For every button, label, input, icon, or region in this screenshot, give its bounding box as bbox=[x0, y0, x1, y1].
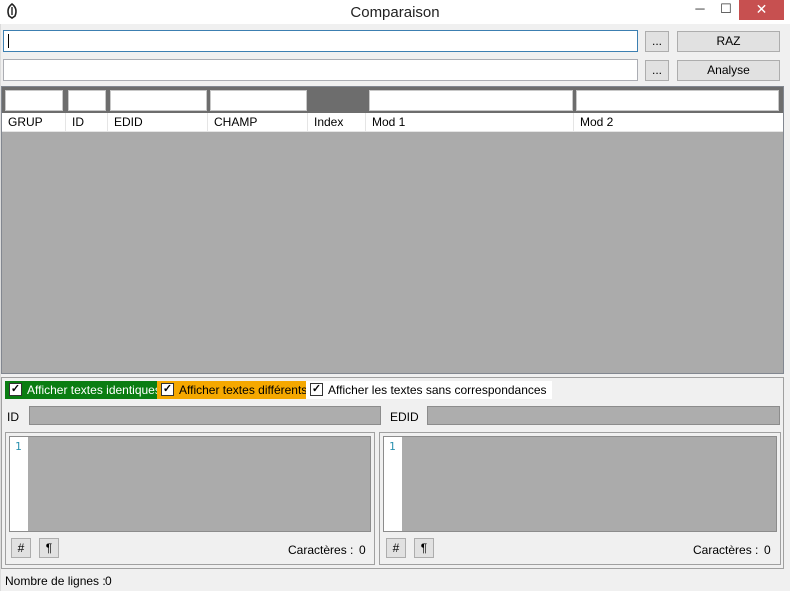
filter-champ-input[interactable] bbox=[210, 90, 307, 111]
column-header-champ[interactable]: CHAMP bbox=[208, 113, 308, 132]
title-bar: Comparaison ─ ☐ ✕ bbox=[0, 0, 790, 24]
filter-id-input[interactable] bbox=[68, 90, 106, 111]
right-editor-gutter: 1 bbox=[384, 437, 402, 531]
right-pilcrow-button[interactable]: ¶ bbox=[414, 538, 434, 558]
main-window: ... RAZ ... Analyse GRUP ID EDID CHAMP I… bbox=[0, 24, 785, 591]
left-hash-button[interactable]: # bbox=[11, 538, 31, 558]
close-button[interactable]: ✕ bbox=[739, 0, 784, 20]
column-header-grup[interactable]: GRUP bbox=[2, 113, 66, 132]
show-different-checkbox[interactable]: ✓ Afficher textes différents bbox=[157, 381, 313, 399]
browse-file2-button[interactable]: ... bbox=[645, 60, 669, 81]
id-label: ID bbox=[7, 410, 19, 424]
filter-index-placeholder bbox=[309, 90, 367, 111]
comparison-grid[interactable]: GRUP ID EDID CHAMP Index Mod 1 Mod 2 bbox=[1, 86, 784, 374]
raz-button[interactable]: RAZ bbox=[677, 31, 780, 52]
column-header-mod1[interactable]: Mod 1 bbox=[366, 113, 574, 132]
file1-input[interactable] bbox=[3, 30, 638, 52]
text-caret bbox=[8, 34, 9, 48]
left-editor-panel: 1 # ¶ Caractères : 0 bbox=[5, 432, 375, 565]
column-header-id[interactable]: ID bbox=[66, 113, 108, 132]
line-count-value: 0 bbox=[105, 574, 112, 588]
show-different-label: Afficher textes différents bbox=[179, 383, 308, 397]
column-header-index[interactable]: Index bbox=[308, 113, 366, 132]
right-line-number: 1 bbox=[389, 440, 396, 453]
left-line-number: 1 bbox=[15, 440, 22, 453]
edid-value-field[interactable] bbox=[427, 406, 780, 425]
column-header-mod2[interactable]: Mod 2 bbox=[574, 113, 783, 132]
window-title: Comparaison bbox=[350, 4, 440, 21]
left-chars-label: Caractères : bbox=[288, 543, 354, 557]
right-hash-button[interactable]: # bbox=[386, 538, 406, 558]
left-pilcrow-button[interactable]: ¶ bbox=[39, 538, 59, 558]
left-chars-value: 0 bbox=[359, 543, 366, 557]
file2-input[interactable] bbox=[3, 59, 638, 81]
status-bar: Nombre de lignes : 0 bbox=[1, 569, 785, 591]
line-count-label: Nombre de lignes : bbox=[5, 574, 106, 588]
checkbox-check-icon: ✓ bbox=[161, 383, 174, 396]
left-editor-gutter: 1 bbox=[10, 437, 28, 531]
column-header-edid[interactable]: EDID bbox=[108, 113, 208, 132]
filter-mod2-input[interactable] bbox=[576, 90, 779, 111]
right-chars-value: 0 bbox=[764, 543, 771, 557]
right-chars-label: Caractères : bbox=[693, 543, 759, 557]
edid-label: EDID bbox=[390, 410, 419, 424]
right-editor-panel: 1 # ¶ Caractères : 0 bbox=[379, 432, 781, 565]
filter-grup-input[interactable] bbox=[5, 90, 63, 111]
analyse-button[interactable]: Analyse bbox=[677, 60, 780, 81]
show-identical-label: Afficher textes identiques bbox=[27, 383, 161, 397]
show-identical-checkbox[interactable]: ✓ Afficher textes identiques bbox=[5, 381, 166, 399]
right-text-editor[interactable]: 1 bbox=[383, 436, 777, 532]
filter-mod1-input[interactable] bbox=[369, 90, 573, 111]
filter-edid-input[interactable] bbox=[110, 90, 207, 111]
id-value-field[interactable] bbox=[29, 406, 381, 425]
grid-filter-row bbox=[2, 87, 783, 113]
browse-file1-button[interactable]: ... bbox=[645, 31, 669, 52]
checkbox-check-icon: ✓ bbox=[310, 383, 323, 396]
minimize-button[interactable]: ─ bbox=[687, 0, 713, 20]
maximize-button[interactable]: ☐ bbox=[713, 0, 739, 20]
grid-header-row: GRUP ID EDID CHAMP Index Mod 1 Mod 2 bbox=[2, 113, 783, 132]
checkbox-check-icon: ✓ bbox=[9, 383, 22, 396]
left-text-editor[interactable]: 1 bbox=[9, 436, 371, 532]
show-unmatched-label: Afficher les textes sans correspondances bbox=[328, 383, 547, 397]
details-panel: ✓ Afficher textes identiques ✓ Afficher … bbox=[1, 377, 784, 569]
show-unmatched-checkbox[interactable]: ✓ Afficher les textes sans correspondanc… bbox=[306, 381, 552, 399]
